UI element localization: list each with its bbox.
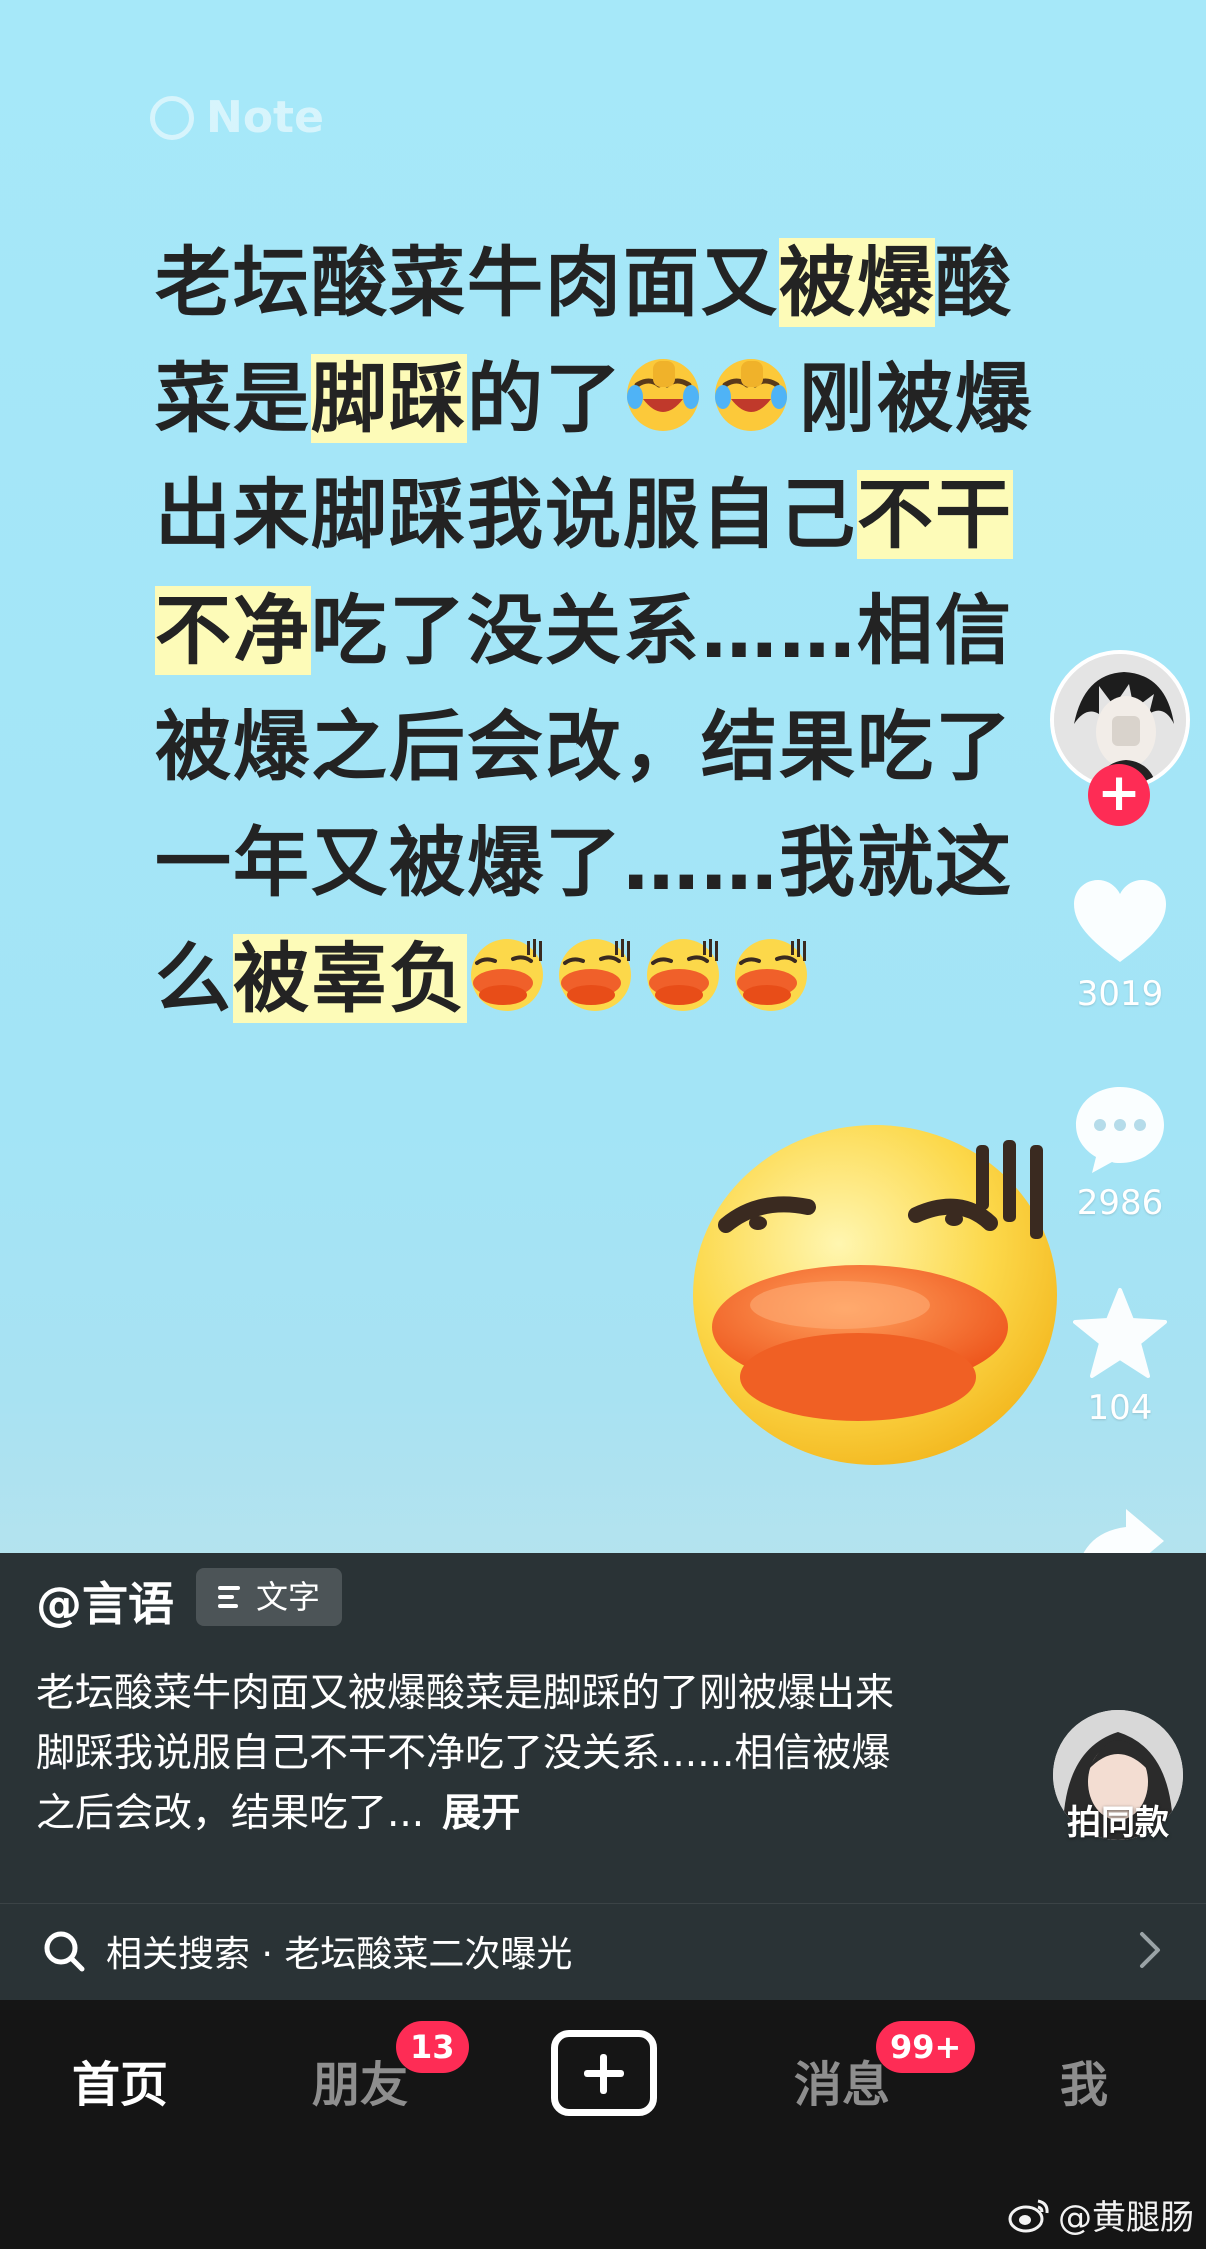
crying-laughing-emoji: [627, 359, 699, 431]
favorite-count: 104: [1087, 1388, 1153, 1428]
author-name[interactable]: @言语: [36, 1568, 174, 1634]
text-lines-icon: [218, 1586, 240, 1608]
duck-pout-emoji: [647, 939, 719, 1011]
heart-icon: [1074, 880, 1166, 962]
related-search-text: 相关搜索 · 老坛酸菜二次曝光: [106, 1934, 573, 1975]
crying-laughing-emoji: [715, 359, 787, 431]
caption: 老坛酸菜牛肉面又被爆酸菜是脚踩的了刚被爆出来脚踩我说服自己不干不净吃了没关系..…: [36, 1664, 896, 1844]
comment-count: 2986: [1076, 1183, 1164, 1223]
messages-badge: 99+: [876, 2021, 976, 2073]
tab-friends[interactable]: 朋友: [312, 2045, 408, 2115]
related-search-bar[interactable]: 相关搜索 · 老坛酸菜二次曝光: [0, 1903, 1206, 1998]
tab-me[interactable]: 我: [1060, 2045, 1108, 2115]
weibo-watermark: @黄腿肠: [1008, 2190, 1194, 2239]
post-text: 老坛酸菜牛肉面又被爆酸菜是脚踩的了 刚被爆出来脚踩我说服自己不干不净吃了没关系………: [155, 225, 1060, 1037]
duck-pout-emoji: [559, 939, 631, 1011]
post-text-segment: 的了: [467, 354, 623, 443]
friends-badge: 13: [396, 2021, 469, 2073]
highlighted-text: 被爆: [779, 238, 935, 327]
type-badge[interactable]: 文字: [196, 1568, 343, 1626]
type-badge-label: 文字: [256, 1578, 321, 1616]
highlighted-text: 被辜负: [233, 934, 467, 1023]
comment-icon: [1076, 1087, 1164, 1173]
same-style-label[interactable]: 拍同款: [1030, 1795, 1206, 1844]
tab-home[interactable]: 首页: [72, 2045, 168, 2115]
like-count: 3019: [1076, 974, 1164, 1014]
star-icon: [1073, 1288, 1167, 1378]
video-screen[interactable]: Note 老坛酸菜牛肉面又被爆酸菜是脚踩的了 刚被爆出来脚踩我说服自己不干不净吃了…: [0, 0, 1206, 2249]
favorite-button[interactable]: 104: [1045, 1288, 1195, 1428]
note-watermark-label: Note: [206, 92, 324, 143]
weibo-logo-icon: [1008, 2199, 1049, 2232]
create-button[interactable]: [551, 2030, 657, 2116]
tab-messages[interactable]: 消息: [794, 2045, 890, 2115]
weibo-watermark-text: @黄腿肠: [1058, 2198, 1194, 2238]
chevron-right-icon: [1140, 1932, 1160, 1968]
follow-button[interactable]: +: [1088, 764, 1150, 826]
search-icon: [44, 1931, 85, 1972]
duck-face-emoji: [693, 1125, 1057, 1465]
like-button[interactable]: 3019: [1045, 878, 1195, 1014]
highlighted-text: 脚踩: [311, 354, 467, 443]
post-text-segment: 老坛酸菜牛肉面又: [155, 238, 779, 327]
duck-pout-emoji: [471, 939, 543, 1011]
note-watermark: Note: [150, 92, 324, 143]
duck-pout-emoji: [735, 939, 807, 1011]
expand-button[interactable]: 展开: [442, 1791, 520, 1836]
comment-button[interactable]: 2986: [1045, 1083, 1195, 1223]
note-circle-icon: [150, 95, 194, 140]
